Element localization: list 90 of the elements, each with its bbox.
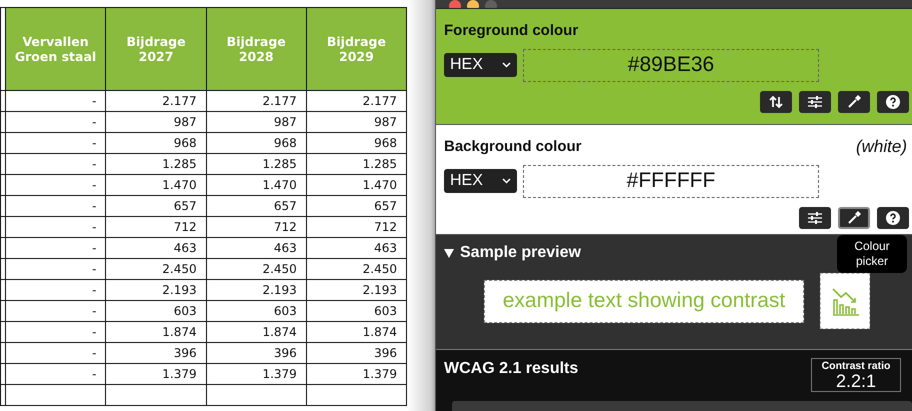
table-cell: - (5, 300, 106, 322)
table-cell: 712 (206, 216, 306, 238)
table-cell: 1.285 (106, 154, 206, 174)
table-cell: - (5, 216, 106, 238)
section-title: Foreground colour (444, 22, 578, 40)
colour-picker-button[interactable] (838, 206, 870, 229)
table-cell: - (5, 342, 106, 364)
table-cell: - (5, 154, 106, 174)
table-cell: 657 (306, 196, 406, 216)
table-cell: 396 (306, 342, 406, 364)
table-cell: - (5, 112, 106, 132)
table-cell: 603 (306, 300, 406, 322)
table-cell: 987 (106, 112, 206, 132)
table-cell: - (5, 132, 106, 154)
table-cell: 2.193 (206, 280, 306, 300)
table-cell: 657 (206, 196, 306, 216)
hex-input-field[interactable]: #FFFFFF (523, 164, 819, 198)
table-cell: 463 (206, 238, 306, 258)
column-header: Vervallen Groen staal (5, 8, 106, 90)
table-cell: 1.874 (306, 322, 406, 342)
table-cell: 968 (206, 132, 306, 154)
table-cell: - (5, 280, 106, 300)
table-cell: - (5, 174, 106, 196)
sliders-icon (807, 210, 823, 226)
table-cell: 1.379 (306, 364, 406, 384)
colour-name: (white) (856, 136, 907, 157)
sliders-button[interactable] (799, 206, 831, 229)
table-cell: 987 (306, 112, 406, 132)
table-cell: 1.379 (206, 364, 306, 384)
caret-icon (502, 62, 511, 68)
table-cell: 2.450 (306, 258, 406, 280)
table-cell: 603 (106, 300, 206, 322)
section-title: Background colour (444, 138, 582, 156)
table-cell: 1.470 (206, 174, 306, 196)
column-header: Bijdrage 2027 (106, 8, 206, 90)
table-cell: 2.450 (206, 258, 306, 280)
table-cell: - (5, 238, 106, 258)
table-cell: - (5, 322, 106, 342)
sample-text: example text showing contrast (484, 280, 804, 323)
table-cell: 712 (306, 216, 406, 238)
table-cell: 1.470 (306, 174, 406, 196)
table-cell: 987 (206, 112, 306, 132)
table-cell: 2.193 (306, 280, 406, 300)
ratio-value: 2.2:1 (834, 372, 878, 391)
table-cell: 657 (106, 196, 206, 216)
table-cell: 2.450 (106, 258, 206, 280)
table-cell: 463 (106, 238, 206, 258)
table-cell: - (5, 196, 106, 216)
table-cell: - (5, 364, 106, 384)
eyedropper-icon (846, 94, 862, 110)
eyedropper-icon (846, 210, 862, 226)
table-cell: - (5, 258, 106, 280)
table-cell: 712 (106, 216, 206, 238)
swap-icon (768, 94, 784, 110)
column-header: Bijdrage 2029 (306, 8, 406, 90)
table-cell: 603 (206, 300, 306, 322)
help-button[interactable] (877, 90, 909, 113)
table-cell: 396 (206, 342, 306, 364)
caret-icon (502, 178, 511, 184)
table-cell: 2.193 (106, 280, 206, 300)
section-title: WCAG 2.1 results (444, 360, 578, 378)
table-cell: 968 (106, 132, 206, 154)
help-button[interactable] (877, 206, 909, 229)
column-header: Bijdrage 2028 (206, 8, 306, 90)
table-cell: 1.285 (306, 154, 406, 174)
table-cell: 2.177 (206, 90, 306, 112)
table-cell: 2.177 (106, 90, 206, 112)
table-cell: 968 (306, 132, 406, 154)
table-cell: 396 (106, 342, 206, 364)
ratio-label: Contrast ratio (820, 360, 892, 372)
format-dropdown[interactable]: HEX (444, 53, 517, 78)
help-icon (885, 210, 901, 226)
table-cell: 1.874 (106, 322, 206, 342)
table-cell: 1.874 (206, 322, 306, 342)
table-cell: 1.285 (206, 154, 306, 174)
sliders-button[interactable] (799, 90, 831, 113)
swap-button[interactable] (760, 90, 792, 113)
table-cell: - (5, 90, 106, 112)
tooltip: Colour picker (837, 235, 907, 273)
sliders-icon (807, 94, 823, 110)
colour-picker-button[interactable] (838, 90, 870, 113)
section-toggle[interactable]: Sample preview (444, 235, 581, 262)
help-icon (885, 94, 901, 110)
table-cell: 1.470 (106, 174, 206, 196)
table-cell: 2.177 (306, 90, 406, 112)
table-cell: 1.379 (106, 364, 206, 384)
hex-input-field[interactable]: #89BE36 (523, 48, 819, 82)
chart-icon (820, 273, 870, 330)
table-cell: 463 (306, 238, 406, 258)
format-dropdown[interactable]: HEX (444, 169, 517, 194)
